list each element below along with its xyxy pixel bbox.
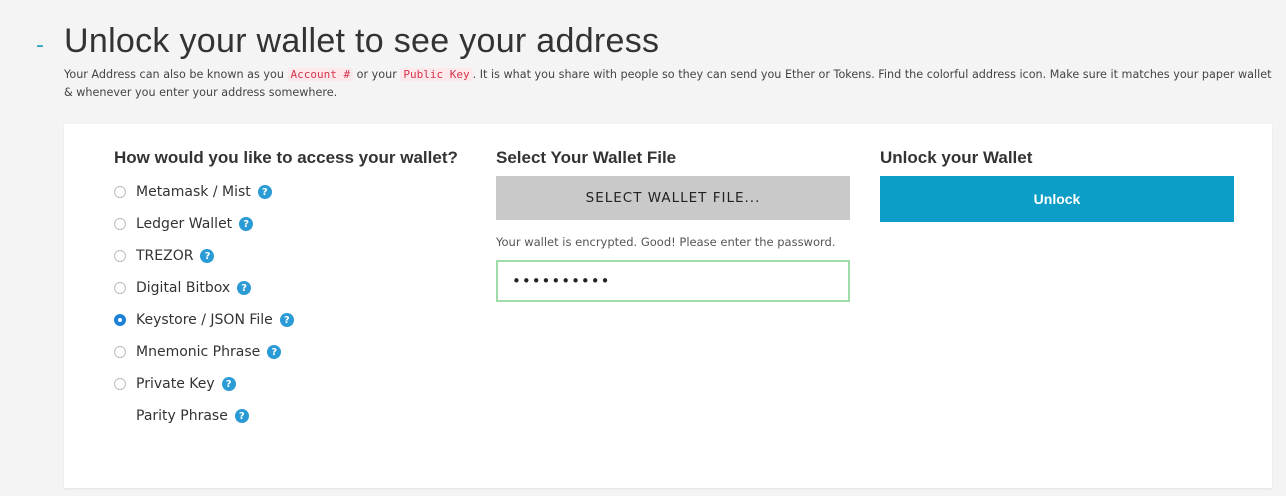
help-icon[interactable]: ? [237,281,252,295]
access-option[interactable]: TREZOR? [114,240,459,272]
collapse-toggle[interactable]: - [36,33,64,58]
page-header: - Unlock your wallet to see your address [36,22,659,61]
access-option-label: Keystore / JSON File [136,312,273,328]
access-option[interactable]: Metamask / Mist? [114,176,459,208]
unlock-heading: Unlock your Wallet [880,148,1033,167]
access-option-label: Ledger Wallet [136,216,233,232]
radio-unchecked-icon[interactable] [114,282,126,294]
access-option-label: Private Key [136,376,215,392]
access-option-label: Digital Bitbox [136,280,231,296]
intro-text-part-2: or your [353,68,401,81]
help-icon[interactable]: ? [221,377,236,391]
access-option[interactable]: Private Key? [114,368,459,400]
page-title: Unlock your wallet to see your address [64,22,660,60]
wallet-file-column: Select Your Wallet File SELECT WALLET FI… [496,148,850,302]
access-option[interactable]: Ledger Wallet? [114,208,459,240]
access-option-label: Parity Phrase [136,408,228,424]
help-icon[interactable]: ? [267,345,282,359]
radio-unchecked-icon[interactable] [114,346,126,358]
help-icon[interactable]: ? [279,313,294,327]
radio-unchecked-icon[interactable] [114,218,126,230]
intro-text-part-1: Your Address can also be known as you [64,68,288,81]
help-icon[interactable]: ? [257,185,272,199]
select-wallet-file-button[interactable]: SELECT WALLET FILE... [496,176,850,220]
radio-unchecked-icon[interactable] [114,186,126,198]
public-key-code: Public Key [400,68,473,81]
access-method-list: Metamask / Mist? Ledger Wallet? TREZOR? Dig… [114,176,459,432]
password-input[interactable] [496,260,850,302]
help-icon[interactable]: ? [200,249,215,263]
wallet-access-panel: How would you like to access your wallet… [64,124,1272,488]
access-option-label: Metamask / Mist [136,184,251,200]
intro-text: Your Address can also be known as you Ac… [64,66,1274,102]
help-icon[interactable]: ? [234,409,249,423]
radio-unchecked-icon[interactable] [114,378,126,390]
access-option-label: TREZOR [136,248,194,264]
access-option[interactable]: Mnemonic Phrase? [114,336,459,368]
access-option[interactable]: Keystore / JSON File? [114,304,459,336]
wallet-file-status: Your wallet is encrypted. Good! Please e… [496,235,836,249]
unlock-button[interactable]: Unlock [880,176,1234,222]
wallet-file-heading: Select Your Wallet File [496,148,677,167]
access-option[interactable]: Parity Phrase? [114,400,459,432]
account-number-code: Account # [287,68,354,81]
access-method-column: How would you like to access your wallet… [114,148,459,432]
unlock-column: Unlock your Wallet Unlock [880,148,1234,222]
access-option-label: Mnemonic Phrase [136,344,261,360]
radio-checked-icon[interactable] [114,314,126,326]
access-method-heading: How would you like to access your wallet… [114,148,458,167]
radio-unchecked-icon[interactable] [114,250,126,262]
access-option[interactable]: Digital Bitbox? [114,272,459,304]
help-icon[interactable]: ? [239,217,254,231]
